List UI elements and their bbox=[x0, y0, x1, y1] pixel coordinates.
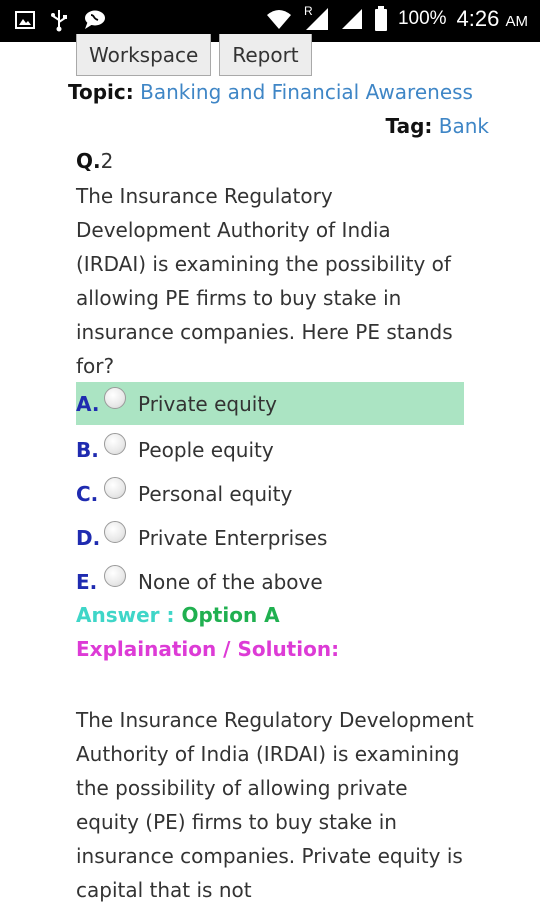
battery-percent: 100% bbox=[397, 8, 447, 29]
option-letter: B. bbox=[76, 437, 99, 462]
report-button[interactable]: Report bbox=[219, 34, 312, 76]
signal-icon bbox=[341, 9, 362, 29]
option-c[interactable]: C. Personal equity bbox=[76, 472, 464, 515]
question-number: Q.2 bbox=[76, 149, 114, 173]
option-letter: D. bbox=[76, 525, 101, 550]
question-text: The Insurance Regulatory Development Aut… bbox=[76, 184, 453, 378]
usb-icon bbox=[51, 10, 67, 32]
radio-button[interactable] bbox=[104, 386, 126, 409]
option-a[interactable]: A. Private equity bbox=[76, 382, 464, 425]
workspace-button[interactable]: Workspace bbox=[76, 34, 212, 76]
battery-icon bbox=[374, 6, 387, 31]
answer-label: Answer : bbox=[76, 603, 175, 627]
tag-link[interactable]: Bank bbox=[439, 114, 489, 138]
option-text: None of the above bbox=[138, 569, 323, 594]
option-text: Private equity bbox=[138, 391, 277, 416]
option-text: People equity bbox=[138, 437, 274, 462]
signal-roaming-icon: R bbox=[302, 4, 330, 32]
clock: 4:26 AM bbox=[456, 6, 528, 31]
option-letter: A. bbox=[76, 391, 100, 416]
tag-line: Tag: Bank bbox=[386, 114, 489, 138]
topic-label: Topic: bbox=[68, 80, 134, 104]
radio-button[interactable] bbox=[104, 476, 126, 499]
topic-link[interactable]: Banking and Financial Awareness bbox=[140, 80, 473, 104]
toolbar: Workspace Report bbox=[76, 34, 312, 76]
tag-label: Tag: bbox=[385, 114, 433, 138]
option-text: Personal equity bbox=[138, 481, 293, 506]
radio-button[interactable] bbox=[104, 520, 126, 543]
option-letter: C. bbox=[76, 481, 99, 506]
option-letter: E. bbox=[76, 569, 98, 594]
chat-icon bbox=[85, 10, 105, 29]
gallery-icon bbox=[15, 11, 35, 29]
radio-button[interactable] bbox=[104, 432, 126, 455]
option-d[interactable]: D. Private Enterprises bbox=[76, 516, 464, 559]
solution-text: The Insurance Regulatory Development Aut… bbox=[76, 708, 474, 902]
wifi-icon bbox=[266, 10, 291, 29]
option-b[interactable]: B. People equity bbox=[76, 428, 464, 471]
radio-button[interactable] bbox=[104, 564, 126, 587]
option-text: Private Enterprises bbox=[138, 525, 328, 550]
answer-line: Answer : Option A bbox=[76, 603, 280, 627]
topic-line: Topic: Banking and Financial Awareness bbox=[68, 80, 473, 104]
option-e[interactable]: E. None of the above bbox=[76, 560, 464, 603]
answer-value: Option A bbox=[181, 603, 280, 627]
explanation-heading: Explaination / Solution: bbox=[76, 637, 340, 661]
